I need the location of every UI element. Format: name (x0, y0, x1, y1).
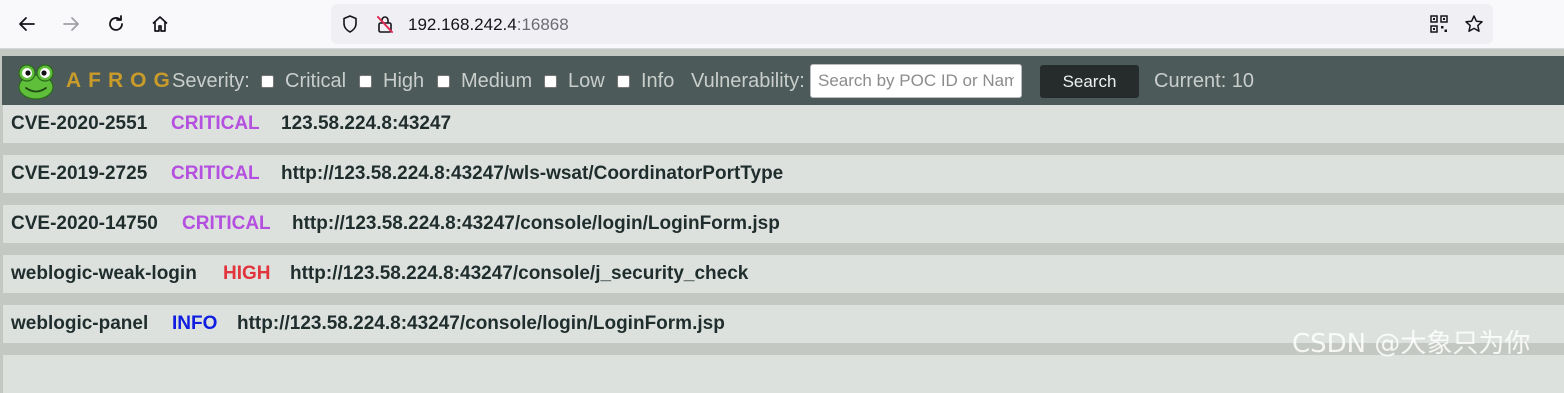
url-text: 192.168.242.4:16868 (408, 15, 569, 35)
target-url: http://123.58.224.8:43247/console/login/… (237, 313, 725, 334)
star-icon[interactable] (1464, 14, 1484, 34)
arrow-left-icon[interactable] (11, 8, 43, 40)
poc-id: CVE-2020-14750 (11, 213, 158, 234)
watermark: CSDN @大象只为你 (1292, 329, 1531, 359)
filter-info-label[interactable]: Info (641, 70, 674, 93)
search-button[interactable]: Search (1040, 65, 1139, 98)
filter-medium-checkbox[interactable] (437, 75, 450, 88)
filter-low-checkbox[interactable] (544, 75, 557, 88)
target-url: http://123.58.224.8:43247/console/login/… (292, 213, 780, 234)
list-item[interactable]: CVE-2020-14750 CRITICAL http://123.58.22… (3, 205, 1564, 243)
poc-id: CVE-2019-2725 (11, 163, 148, 184)
filter-critical-label[interactable]: Critical (285, 70, 346, 93)
filter-critical-checkbox[interactable] (261, 75, 274, 88)
severity-badge: CRITICAL (171, 113, 260, 134)
filter-medium-label[interactable]: Medium (461, 70, 532, 93)
filter-low-label[interactable]: Low (568, 70, 605, 93)
list-item[interactable] (3, 355, 1564, 393)
lock-insecure-icon[interactable] (375, 14, 395, 34)
list-item[interactable]: CVE-2019-2725 CRITICAL http://123.58.224… (3, 155, 1564, 193)
target-url: http://123.58.224.8:43247/console/j_secu… (290, 263, 749, 284)
url-host: 192.168.242.4 (408, 15, 517, 34)
poc-id: weblogic-weak-login (11, 263, 197, 284)
target-url: 123.58.224.8:43247 (281, 113, 452, 134)
reload-icon[interactable] (100, 8, 132, 40)
current-count: Current: 10 (1154, 70, 1255, 92)
filter-info-checkbox[interactable] (617, 75, 630, 88)
severity-badge: CRITICAL (182, 213, 271, 234)
poc-id: weblogic-panel (11, 313, 149, 334)
severity-badge: HIGH (223, 263, 271, 284)
target-url: http://123.58.224.8:43247/wls-wsat/Coord… (281, 163, 784, 184)
severity-label: Severity: (172, 70, 250, 92)
severity-badge: CRITICAL (171, 163, 260, 184)
vulnerability-label: Vulnerability: (691, 70, 805, 92)
url-bar[interactable]: 192.168.242.4:16868 (331, 4, 1493, 44)
app-header: AFROG Severity: Critical High Medium Low… (2, 56, 1564, 105)
frog-logo (18, 64, 54, 100)
arrow-right-icon[interactable] (55, 8, 87, 40)
list-item[interactable]: CVE-2020-2551 CRITICAL 123.58.224.8:4324… (3, 105, 1564, 143)
poc-id: CVE-2020-2551 (11, 113, 148, 134)
shield-icon[interactable] (340, 14, 360, 34)
list-item[interactable]: weblogic-weak-login HIGH http://123.58.2… (3, 255, 1564, 293)
browser-toolbar: 192.168.242.4:16868 (0, 0, 1564, 49)
filter-high-checkbox[interactable] (359, 75, 372, 88)
qr-code-icon[interactable] (1429, 14, 1449, 34)
search-input[interactable] (810, 64, 1022, 98)
page-content: AFROG Severity: Critical High Medium Low… (0, 49, 1564, 393)
url-port: :16868 (516, 15, 569, 34)
filter-high-label[interactable]: High (383, 70, 424, 93)
severity-badge: INFO (172, 313, 218, 334)
home-icon[interactable] (144, 8, 176, 40)
brand-title: AFROG (66, 69, 177, 92)
